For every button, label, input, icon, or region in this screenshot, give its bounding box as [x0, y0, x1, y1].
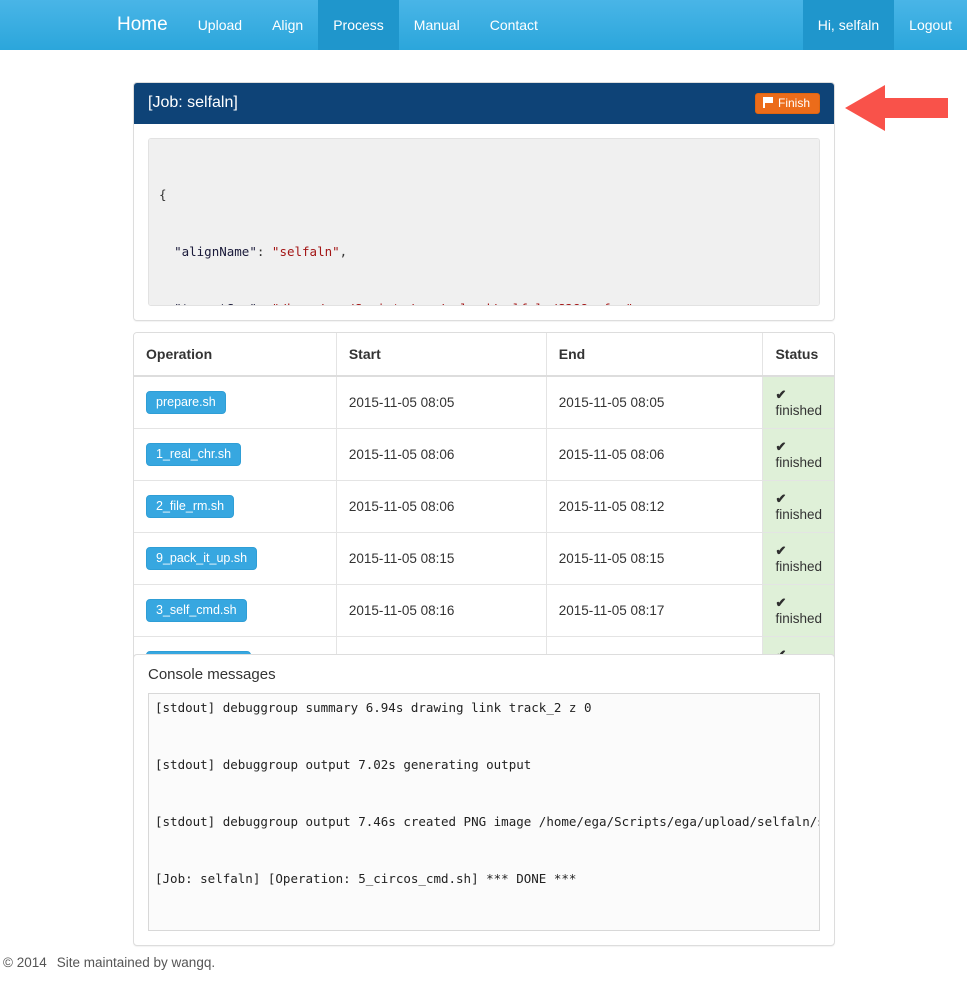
column-header-start: Start: [336, 333, 547, 377]
cell-start: 2015-11-05 08:15: [336, 532, 547, 585]
check-icon: ✔: [775, 387, 787, 402]
check-icon: ✔: [775, 543, 787, 558]
page-footer: © 2014 Site maintained by wangq.: [0, 955, 967, 970]
cell-end: 2015-11-05 08:12: [546, 480, 764, 533]
cell-end: 2015-11-05 08:05: [546, 375, 764, 429]
navbar-left-spacer: [0, 0, 117, 50]
status-label: finished: [775, 611, 822, 626]
cell-operation: 1_real_chr.sh: [134, 428, 337, 481]
operation-badge[interactable]: prepare.sh: [146, 390, 226, 415]
job-title: [Job: selfaln]: [148, 94, 238, 111]
job-panel: [Job: selfaln] Finish { "alignName": "se…: [133, 82, 835, 321]
table-row: 1_real_chr.sh 2015-11-05 08:06 2015-11-0…: [134, 428, 834, 481]
nav-item-align[interactable]: Align: [257, 0, 318, 50]
operations-table-head: Operation Start End Status: [134, 333, 834, 377]
column-header-end: End: [546, 333, 764, 377]
console-line: [stdout] debuggroup output 7.02s generat…: [155, 757, 532, 772]
cell-start: 2015-11-05 08:06: [336, 428, 547, 481]
nav-item-manual[interactable]: Manual: [399, 0, 475, 50]
cell-end: 2015-11-05 08:17: [546, 584, 764, 637]
table-row: prepare.sh 2015-11-05 08:05 2015-11-05 0…: [134, 375, 834, 429]
nav-item-process[interactable]: Process: [318, 0, 399, 50]
column-header-status: Status: [762, 333, 834, 377]
table-row: 3_self_cmd.sh 2015-11-05 08:16 2015-11-0…: [134, 584, 834, 637]
console-output[interactable]: [stdout] debuggroup summary 6.88s found …: [148, 693, 820, 931]
cell-operation: 3_self_cmd.sh: [134, 584, 337, 637]
nav-item-contact[interactable]: Contact: [475, 0, 553, 50]
cell-operation: 9_pack_it_up.sh: [134, 532, 337, 585]
cell-operation: 2_file_rm.sh: [134, 480, 337, 533]
nav-item-logout[interactable]: Logout: [894, 0, 967, 50]
console-panel-title: Console messages: [148, 666, 276, 683]
cell-start: 2015-11-05 08:05: [336, 375, 547, 429]
cell-status: ✔finished: [762, 375, 834, 429]
console-line: [stdout] debuggroup output 7.46s created…: [155, 814, 819, 829]
operation-badge[interactable]: 1_real_chr.sh: [146, 442, 242, 467]
column-header-operation: Operation: [134, 333, 337, 377]
code-line: "targetSeq": "/home/ega/Scripts/ega/uplo…: [159, 299, 809, 305]
status-label: finished: [775, 559, 822, 574]
cell-start: 2015-11-05 08:06: [336, 480, 547, 533]
footer-copyright: © 2014: [3, 955, 47, 970]
cell-end: 2015-11-05 08:15: [546, 532, 764, 585]
table-header-row: Operation Start End Status: [134, 333, 834, 377]
console-line: [Job: selfaln] [Operation: 5_circos_cmd.…: [155, 871, 577, 886]
operation-badge[interactable]: 2_file_rm.sh: [146, 494, 235, 519]
finish-button[interactable]: Finish: [754, 92, 820, 114]
job-config-code[interactable]: { "alignName": "selfaln", "targetSeq": "…: [148, 138, 820, 306]
operation-badge[interactable]: 9_pack_it_up.sh: [146, 546, 258, 571]
console-panel-body: [stdout] debuggroup summary 6.88s found …: [134, 693, 834, 945]
table-row: 2_file_rm.sh 2015-11-05 08:06 2015-11-05…: [134, 480, 834, 533]
status-label: finished: [775, 455, 822, 470]
finish-button-label: Finish: [777, 95, 810, 110]
job-panel-header: [Job: selfaln] Finish: [134, 83, 834, 124]
flag-icon: [762, 97, 773, 108]
main-navbar: Home Upload Align Process Manual Contact…: [0, 0, 967, 50]
footer-maintainer: Site maintained by wangq.: [56, 955, 216, 970]
code-line: "alignName": "selfaln",: [174, 244, 348, 259]
check-icon: ✔: [775, 491, 787, 506]
cell-status: ✔finished: [762, 428, 834, 481]
nav-item-upload[interactable]: Upload: [183, 0, 257, 50]
cell-start: 2015-11-05 08:16: [336, 584, 547, 637]
cell-status: ✔finished: [762, 584, 834, 637]
status-label: finished: [775, 507, 822, 522]
cell-operation: prepare.sh: [134, 375, 337, 429]
job-panel-body: { "alignName": "selfaln", "targetSeq": "…: [134, 124, 834, 320]
navbar-right-group: Hi, selfaln Logout: [802, 0, 967, 50]
cell-end: 2015-11-05 08:06: [546, 428, 764, 481]
page-content: [Job: selfaln] Finish { "alignName": "se…: [0, 50, 967, 998]
check-icon: ✔: [775, 439, 787, 454]
cell-status: ✔finished: [762, 480, 834, 533]
console-panel: Console messages [stdout] debuggroup sum…: [133, 654, 835, 946]
status-label: finished: [775, 403, 822, 418]
console-line: [stdout] debuggroup summary 6.94s drawin…: [155, 700, 592, 715]
code-line-open-brace: {: [159, 187, 167, 202]
cell-status: ✔finished: [762, 532, 834, 585]
nav-item-user-greeting[interactable]: Hi, selfaln: [802, 0, 895, 50]
operation-badge[interactable]: 3_self_cmd.sh: [146, 598, 247, 623]
navbar-filler: [553, 0, 803, 50]
table-row: 9_pack_it_up.sh 2015-11-05 08:15 2015-11…: [134, 532, 834, 585]
nav-brand-home[interactable]: Home: [117, 0, 183, 50]
check-icon: ✔: [775, 595, 787, 610]
